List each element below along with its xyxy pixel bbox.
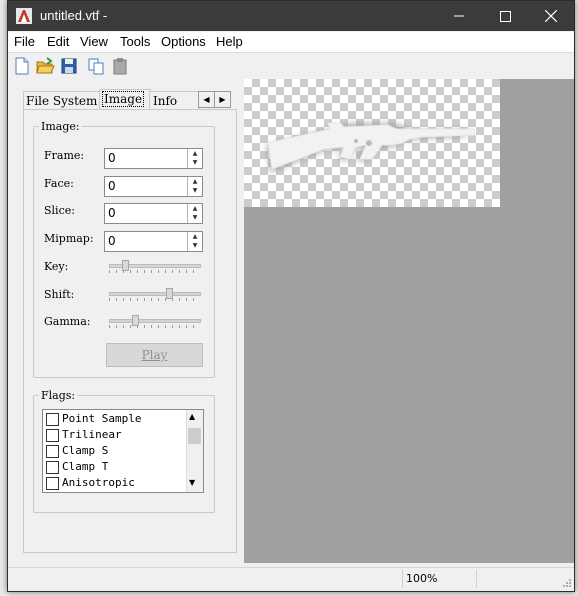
checkbox-icon[interactable] (46, 429, 59, 442)
save-icon[interactable] (59, 56, 79, 76)
menu-tools[interactable]: Tools (120, 34, 150, 49)
scroll-up-icon[interactable]: ▲ (189, 412, 195, 421)
spin-up-icon[interactable]: ▲ (188, 232, 202, 241)
gamma-label: Gamma: (44, 315, 91, 328)
close-button[interactable] (528, 1, 574, 31)
mipmap-label: Mipmap: (44, 232, 94, 245)
minimize-button[interactable] (436, 1, 482, 31)
key-slider-thumb[interactable] (122, 260, 129, 271)
texture-viewport[interactable] (244, 79, 574, 563)
key-label: Key: (44, 260, 69, 273)
open-folder-icon[interactable] (35, 56, 55, 76)
checkbox-icon[interactable] (46, 413, 59, 426)
gamma-slider-track (109, 319, 201, 323)
key-slider[interactable] (109, 260, 201, 274)
frame-label: Frame: (44, 149, 85, 162)
shift-label: Shift: (44, 288, 75, 301)
flag-label: Trilinear (62, 428, 122, 441)
menu-edit[interactable]: Edit (47, 34, 69, 49)
status-panel-empty (476, 570, 560, 588)
tab-file-system-label: File System (26, 94, 98, 108)
new-file-icon[interactable] (12, 56, 32, 76)
shift-slider[interactable] (109, 288, 201, 302)
resize-grip-icon[interactable] (562, 578, 572, 588)
slice-spinner[interactable]: 0 ▲ ▼ (104, 203, 203, 224)
window-title: untitled.vtf - (40, 8, 108, 23)
title-bar: untitled.vtf - (8, 1, 574, 31)
mipmap-spinner[interactable]: 0 ▲ ▼ (104, 231, 203, 252)
tab-info-label: Info (153, 94, 178, 108)
spin-down-icon[interactable]: ▼ (188, 158, 202, 167)
chevron-right-icon: ▶ (219, 95, 226, 104)
spin-up-icon[interactable]: ▲ (188, 177, 202, 186)
checkbox-icon[interactable] (46, 461, 59, 474)
spin-down-icon[interactable]: ▼ (188, 241, 202, 250)
flags-list[interactable]: Point Sample Trilinear Clamp S Clamp T A… (42, 409, 204, 493)
play-button[interactable]: Play (106, 343, 203, 367)
menu-bar: File Edit View Tools Options Help (8, 32, 574, 53)
flag-label: Clamp T (62, 460, 109, 473)
menu-file[interactable]: File (14, 34, 35, 49)
slice-value: 0 (108, 206, 116, 220)
copy-icon[interactable] (86, 56, 106, 76)
frame-spinner[interactable]: 0 ▲ ▼ (104, 148, 203, 169)
gamma-slider-thumb[interactable] (132, 315, 139, 326)
mipmap-value: 0 (108, 234, 116, 248)
app-window: untitled.vtf - File Edit View Tools Opti… (7, 0, 575, 592)
status-bar: 100% (8, 567, 574, 590)
face-label: Face: (44, 177, 74, 190)
checkbox-icon[interactable] (46, 445, 59, 458)
app-logo-icon (16, 8, 32, 24)
frame-value: 0 (108, 151, 116, 165)
flags-scrollbar[interactable]: ▲ ▼ (186, 410, 203, 492)
flag-label: Point Sample (62, 412, 142, 425)
spin-up-icon[interactable]: ▲ (188, 149, 202, 158)
checkbox-icon[interactable] (46, 477, 59, 490)
tab-scroll-left-button[interactable]: ◀ (198, 91, 215, 108)
maximize-button[interactable] (482, 1, 528, 31)
face-value: 0 (108, 179, 116, 193)
maximize-icon (499, 10, 511, 22)
tab-scroll-right-button[interactable]: ▶ (214, 91, 231, 108)
close-icon (545, 10, 557, 22)
gamma-slider-ticks (109, 325, 199, 328)
tab-image-label: Image (102, 91, 145, 107)
shift-slider-track (109, 292, 201, 296)
chevron-left-icon: ◀ (203, 95, 210, 104)
menu-options[interactable]: Options (161, 34, 206, 49)
zoom-level: 100% (406, 572, 438, 585)
play-button-label: Play (141, 348, 168, 362)
gamma-slider[interactable] (109, 315, 201, 329)
paste-icon[interactable] (110, 56, 130, 76)
texture-preview (244, 79, 500, 207)
flags-group-label: Flags: (39, 389, 78, 402)
spin-up-icon[interactable]: ▲ (188, 204, 202, 213)
flag-label: Anisotropic (62, 476, 135, 489)
flag-label: Clamp S (62, 444, 109, 457)
shift-slider-thumb[interactable] (166, 288, 173, 299)
slice-label: Slice: (44, 204, 75, 217)
scrollbar-thumb[interactable] (188, 428, 201, 444)
texture-image-icon (266, 122, 476, 173)
minimize-icon (454, 15, 464, 17)
face-spinner[interactable]: 0 ▲ ▼ (104, 176, 203, 197)
spin-down-icon[interactable]: ▼ (188, 213, 202, 222)
zoom-status: 100% (402, 570, 474, 588)
image-group-label: Image: (39, 120, 82, 133)
toolbar (8, 53, 574, 79)
shift-slider-ticks (109, 298, 199, 301)
scroll-down-icon[interactable]: ▼ (189, 478, 195, 487)
menu-help[interactable]: Help (216, 34, 243, 49)
spin-down-icon[interactable]: ▼ (188, 186, 202, 195)
menu-view[interactable]: View (80, 34, 108, 49)
